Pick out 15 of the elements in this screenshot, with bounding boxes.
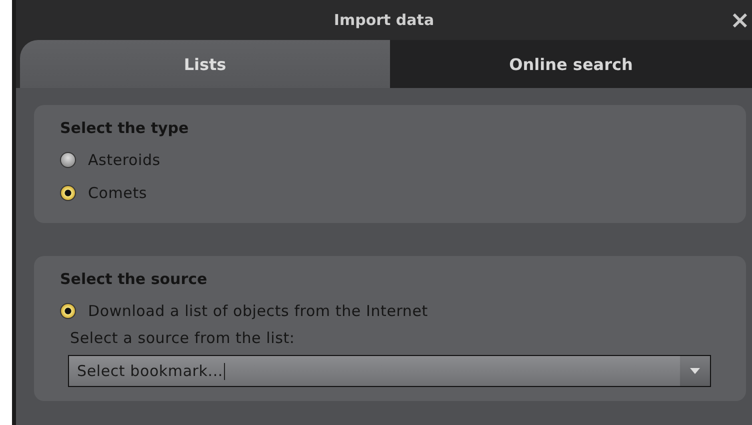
radio-button[interactable] [60,152,76,168]
group-title: Select the source [60,270,208,288]
tab[interactable]: Online search [390,40,752,88]
radio-label: Comets [88,184,147,202]
close-button[interactable]: × [730,6,750,34]
radio-button[interactable] [60,184,76,200]
caret-icon [690,368,700,374]
radio-label: Download a list of objects from the Internet [88,302,428,320]
radio-button[interactable] [60,302,76,318]
tab[interactable]: Lists [20,40,390,88]
radio-label: Asteroids [88,150,160,168]
field-label: Select a source from the list: [70,329,296,347]
dialog-title: Import data [334,11,434,29]
group-title: Select the type [60,119,190,137]
bookmark-dropdown[interactable]: Select bookmark... [68,355,711,387]
